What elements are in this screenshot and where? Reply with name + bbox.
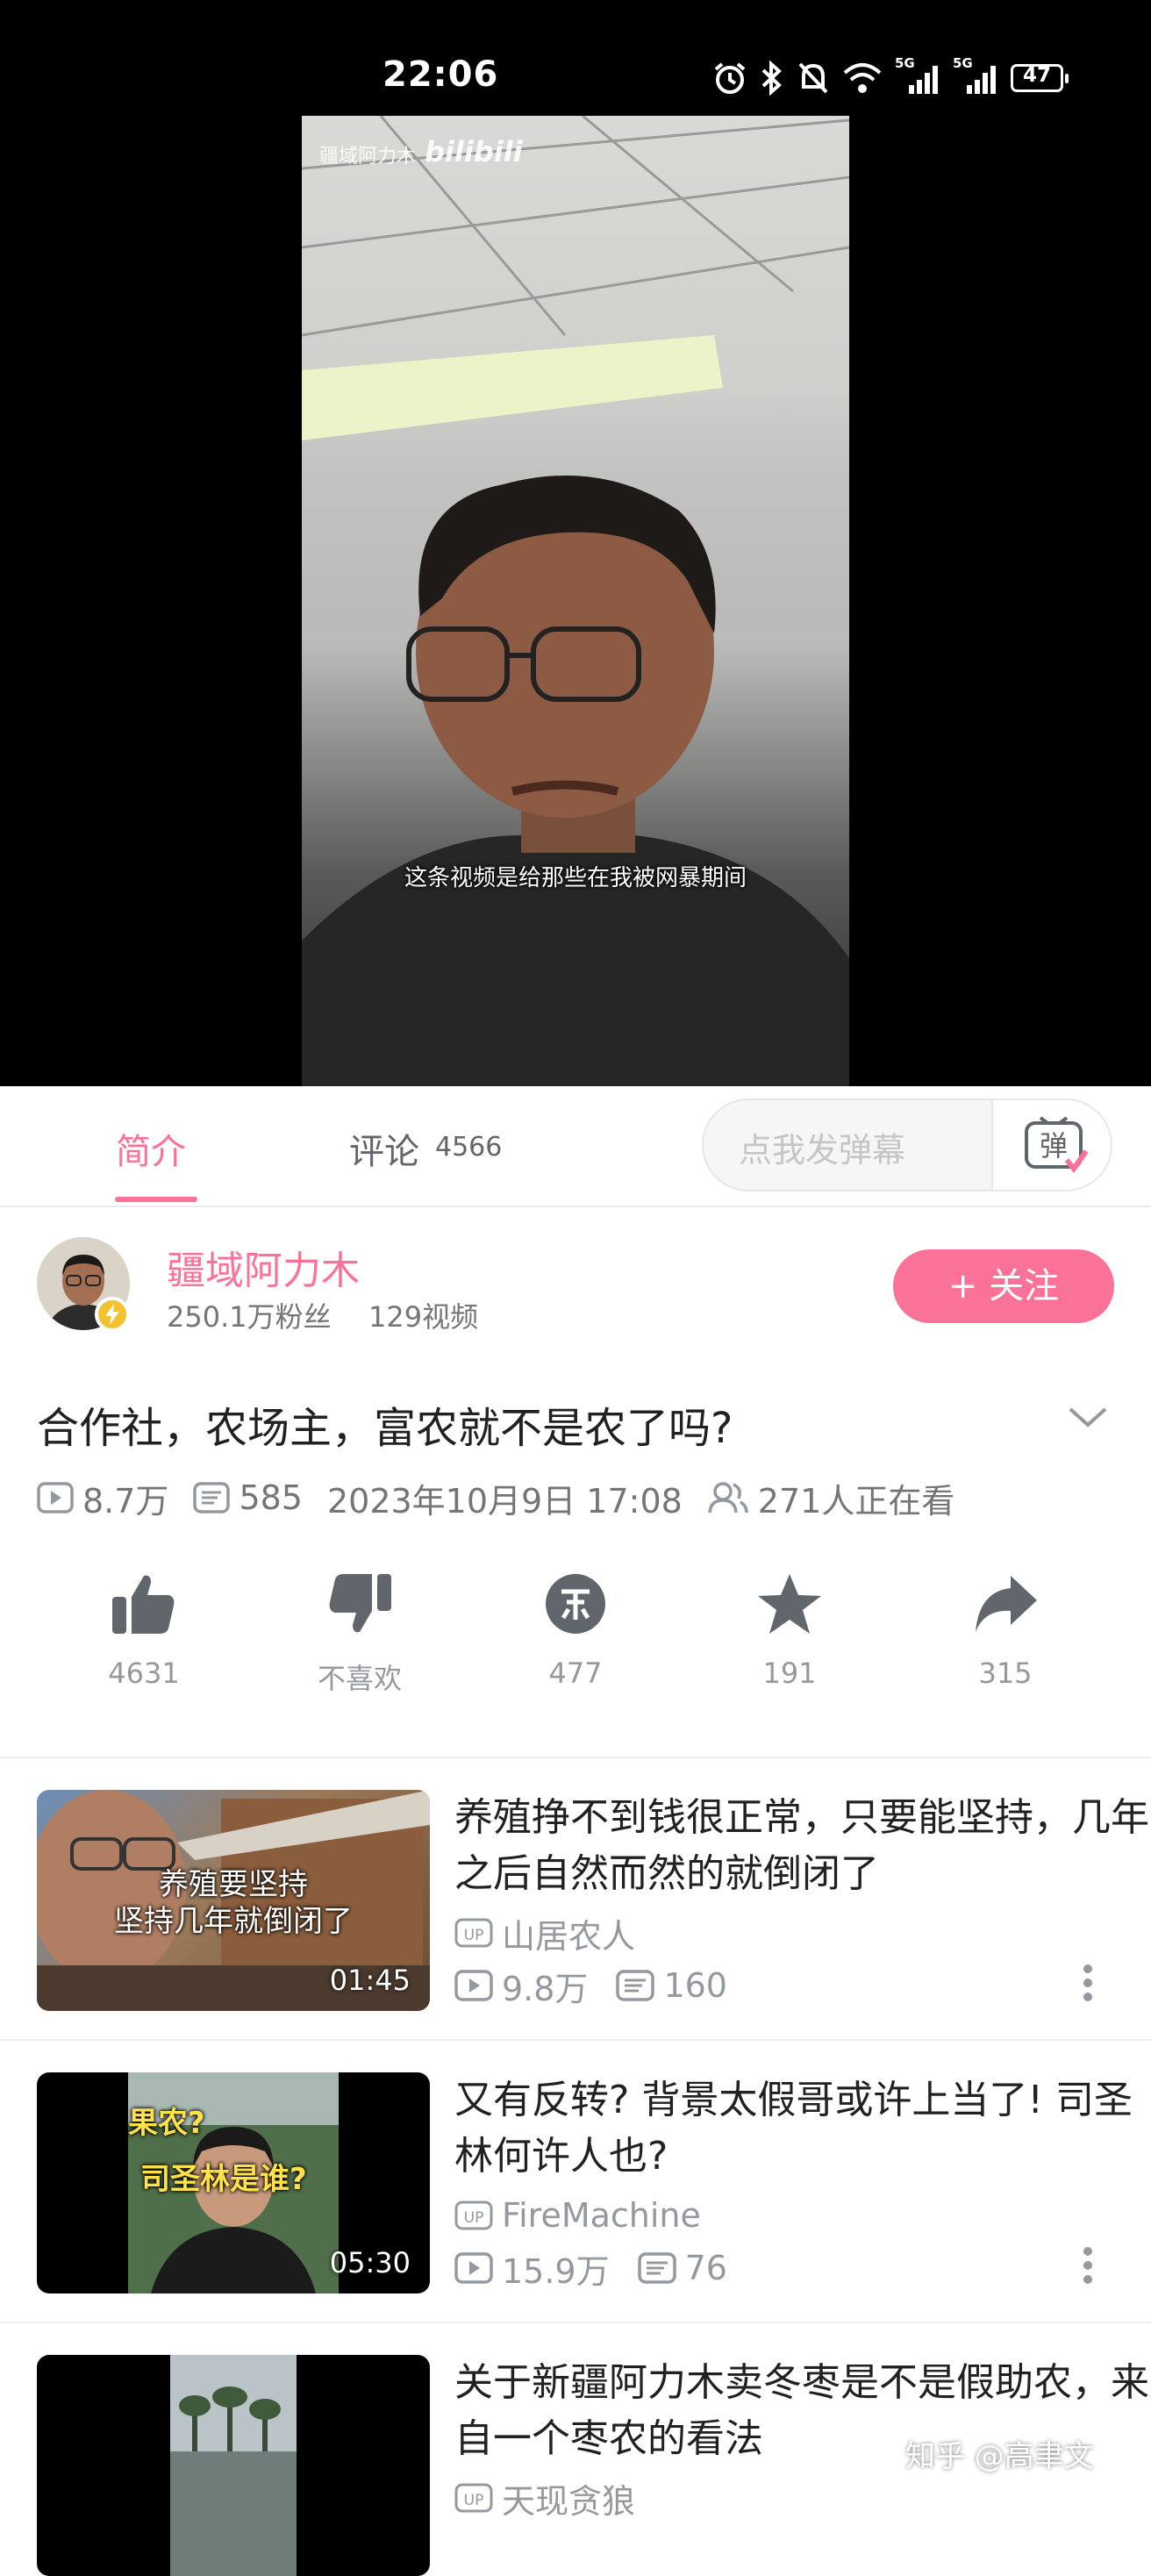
recommended-uploader[interactable]: FireMachine xyxy=(502,2196,701,2235)
danmaku-toggle-label: 弹 xyxy=(1040,1129,1068,1163)
dislike-icon xyxy=(329,1574,391,1633)
up-badge-icon: UP xyxy=(454,2483,493,2513)
share-count: 315 xyxy=(978,1657,1033,1690)
danmaku-count: 585 xyxy=(239,1478,303,1517)
thumbnail-caption: 果农? xyxy=(128,2106,205,2141)
recommended-uploader-row[interactable]: UP FireMachine xyxy=(454,2193,701,2237)
signal-icon: 5G xyxy=(953,55,998,96)
thumbnail-image xyxy=(170,2355,297,2576)
up-badge-icon: UP xyxy=(454,1918,493,1948)
video-duration: 05:30 xyxy=(329,2246,411,2279)
list-divider xyxy=(0,2322,1151,2323)
uploader-name[interactable]: 疆域阿力木 xyxy=(167,1239,360,1295)
recommended-thumbnail[interactable]: 养殖要坚持 坚持几年就倒闭了 01:45 xyxy=(37,1790,430,2011)
list-divider xyxy=(0,2039,1151,2041)
up-badge-label: UP xyxy=(464,2492,484,2509)
view-count: 8.7万 xyxy=(82,1481,169,1521)
danmaku-count-icon xyxy=(616,1970,655,2001)
danmaku-count-icon xyxy=(193,1482,231,1513)
mute-icon xyxy=(798,62,828,94)
recommended-uploader-row[interactable]: UP 山居农人 xyxy=(454,1909,635,1957)
network-type-label: 5G xyxy=(895,55,915,71)
recommended-uploader-row[interactable]: UP 天现贪狼 xyxy=(454,2474,635,2522)
watching-people-icon xyxy=(708,1482,748,1513)
network-type-label: 5G xyxy=(953,55,973,71)
recommended-thumbnail[interactable] xyxy=(37,2355,430,2576)
battery-icon: 47 xyxy=(1011,64,1069,92)
verified-badge-icon xyxy=(95,1297,130,1332)
recommended-thumbnail[interactable]: 果农? 司圣林是谁? 05:30 xyxy=(37,2072,430,2293)
recommended-stats: 15.9万 76 xyxy=(454,2246,727,2291)
video-meta-row: 8.7万 585 2023年10月9日 17:08 271人正在看 xyxy=(37,1476,955,1521)
section-divider xyxy=(0,1757,1151,1758)
recommended-title[interactable]: 又有反转? 背景太假哥或许上当了! 司圣林何许人也? xyxy=(454,2072,1151,2185)
video-title: 合作社，农场主，富农就不是农了吗? xyxy=(37,1404,733,1453)
battery-level: 47 xyxy=(1022,64,1051,87)
follow-button[interactable]: + 关注 xyxy=(893,1249,1114,1323)
dislike-label: 不喜欢 xyxy=(317,1662,402,1695)
tab-bar: 简介 评论 4566 点我发弹幕 弹 xyxy=(0,1086,1151,1207)
recommended-views: 15.9万 xyxy=(502,2251,610,2291)
coin-count: 477 xyxy=(548,1657,603,1690)
play-count-icon xyxy=(454,2252,493,2284)
tab-intro[interactable]: 简介 xyxy=(116,1123,186,1174)
comments-count[interactable]: 4566 xyxy=(435,1132,502,1163)
more-options-icon[interactable] xyxy=(1079,1962,1097,2004)
alarm-icon xyxy=(714,62,746,94)
like-icon xyxy=(112,1575,175,1634)
video-person xyxy=(302,476,849,1086)
play-count-icon xyxy=(37,1482,74,1513)
recommended-title[interactable]: 养殖挣不到钱很正常，只要能坚持，几年之后自然而然的就倒闭了 xyxy=(454,1790,1151,1902)
video-subtitle: 这条视频是给那些在我被网暴期间 xyxy=(404,865,747,891)
video-watermark-name: 疆域阿力木 xyxy=(319,146,417,168)
thumbnail-caption: 坚持几年就倒闭了 xyxy=(114,1904,353,1939)
recommended-views: 9.8万 xyxy=(502,1969,589,2008)
more-options-icon[interactable] xyxy=(1079,2244,1097,2286)
dislike-button[interactable]: 不喜欢 xyxy=(290,1571,430,1697)
chevron-down-icon[interactable] xyxy=(1067,1404,1109,1432)
coin-icon xyxy=(546,1574,605,1634)
recommended-video[interactable]: 果农? 司圣林是谁? 05:30 又有反转? 背景太假哥或许上当了! 司圣林何许… xyxy=(37,2072,1133,2293)
watching-count: 271人正在看 xyxy=(757,1481,955,1521)
zhihu-watermark: 知乎 @高聿文 xyxy=(905,2439,1094,2474)
publish-date: 2023年10月9日 17:08 xyxy=(326,1481,683,1521)
play-count-icon xyxy=(454,1970,493,2001)
up-badge-icon: UP xyxy=(454,2200,493,2230)
danmaku-input[interactable]: 点我发弹幕 弹 xyxy=(702,1098,1112,1191)
recommended-video[interactable]: 养殖要坚持 坚持几年就倒闭了 01:45 养殖挣不到钱很正常，只要能坚持，几年之… xyxy=(37,1790,1149,2011)
favorite-button[interactable]: 191 xyxy=(719,1571,860,1690)
share-button[interactable]: 315 xyxy=(935,1571,1076,1690)
active-tab-indicator xyxy=(115,1197,197,1202)
status-icons: 5G 5G 47 xyxy=(712,55,1069,100)
video-frame[interactable]: 疆域阿力木 bilibili 这条视频是给那些在我被网暴期间 xyxy=(302,116,849,1086)
wifi-icon xyxy=(843,63,882,93)
favorite-icon xyxy=(758,1574,821,1634)
recommended-stats: 9.8万 160 xyxy=(454,1964,727,2008)
recommended-uploader[interactable]: 天现贪狼 xyxy=(502,2474,635,2522)
status-time: 22:06 xyxy=(382,54,499,95)
bilibili-logo: bilibili xyxy=(425,135,523,168)
danmaku-toggle-button[interactable]: 弹 xyxy=(991,1100,1111,1190)
favorite-count: 191 xyxy=(762,1657,817,1690)
up-badge-label: UP xyxy=(464,1927,484,1944)
signal-icon: 5G xyxy=(895,55,940,96)
recommended-uploader[interactable]: 山居农人 xyxy=(502,1909,635,1957)
video-player[interactable]: 疆域阿力木 bilibili 这条视频是给那些在我被网暴期间 22:06 5G xyxy=(0,0,1151,1086)
bluetooth-icon xyxy=(761,61,782,96)
tab-comments[interactable]: 评论 xyxy=(349,1123,419,1174)
like-count: 4631 xyxy=(108,1657,180,1690)
uploader-video-count: 129视频 xyxy=(368,1300,479,1334)
recommended-danmaku: 160 xyxy=(663,1966,727,2005)
like-button[interactable]: 4631 xyxy=(74,1571,214,1690)
share-icon xyxy=(976,1576,1037,1632)
uploader-fans: 250.1万粉丝 xyxy=(167,1300,332,1334)
recommended-danmaku: 76 xyxy=(684,2249,727,2287)
danmaku-placeholder[interactable]: 点我发弹幕 xyxy=(739,1123,905,1171)
up-badge-label: UP xyxy=(464,2209,484,2227)
video-duration: 01:45 xyxy=(329,1964,411,1997)
danmaku-toggle-icon: 弹 xyxy=(1025,1116,1089,1174)
thumbnail-caption: 司圣林是谁? xyxy=(140,2162,307,2197)
coin-button[interactable]: 477 xyxy=(505,1571,646,1690)
danmaku-count-icon xyxy=(637,2252,676,2284)
